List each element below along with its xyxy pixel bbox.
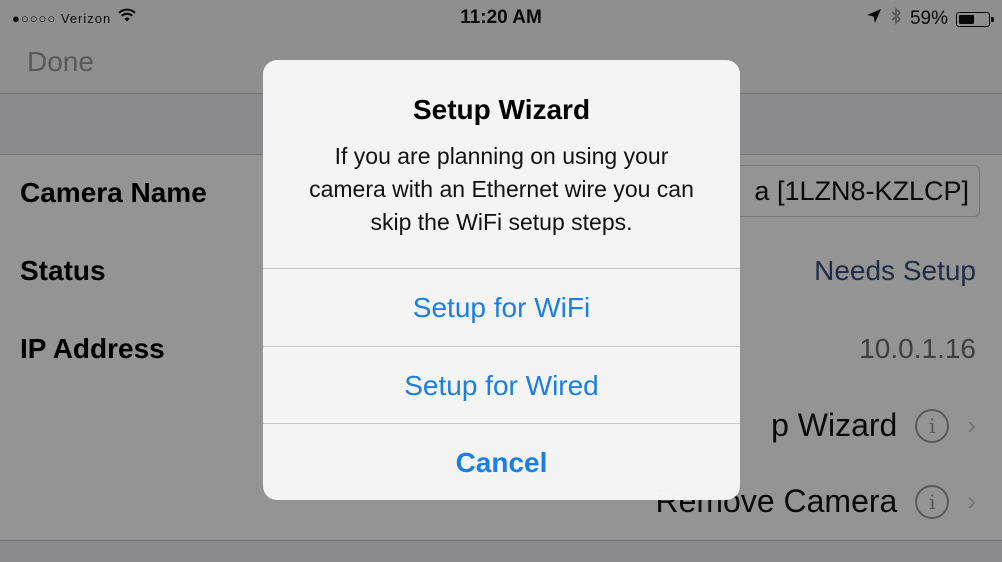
app-screen: ●○○○○ Verizon 11:20 AM 59% Done Camera N…	[0, 0, 1002, 562]
alert-title: Setup Wizard	[412, 94, 591, 125]
cancel-button[interactable]: Cancel	[263, 423, 740, 500]
setup-for-wired-button[interactable]: Setup for Wired	[263, 346, 740, 424]
setup-wizard-alert: Setup Wizard If you are planning on usin…	[263, 60, 740, 500]
setup-for-wifi-button[interactable]: Setup for WiFi	[263, 268, 740, 346]
alert-message: If you are planning on using your camera…	[309, 143, 694, 235]
